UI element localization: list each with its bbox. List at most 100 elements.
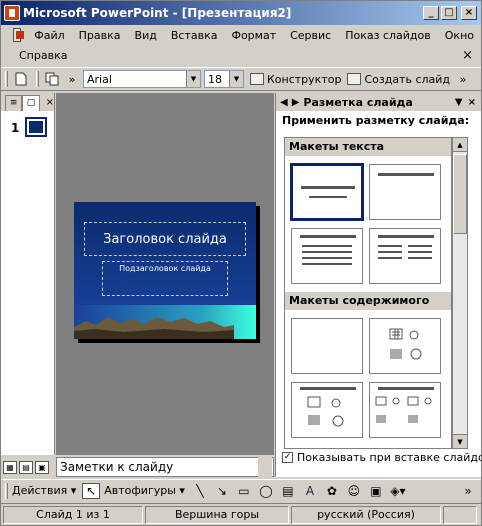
- font-size-combo[interactable]: 18 ▼: [204, 70, 244, 88]
- view-buttons: ▦ ▤ ▣: [3, 461, 51, 474]
- formatting-toolbar: » Arial ▼ 18 ▼ Конструктор Создать слайд…: [1, 67, 481, 91]
- toolbar-grip[interactable]: [5, 71, 8, 87]
- layout-title-and-two-content[interactable]: [369, 382, 441, 438]
- section-text-layouts: Макеты текста: [285, 138, 451, 156]
- scroll-up-icon[interactable]: ▲: [453, 138, 467, 152]
- menu-tools[interactable]: Сервис: [283, 29, 338, 42]
- apply-layout-label: Применить разметку слайда:: [282, 114, 470, 127]
- layout-two-columns[interactable]: [369, 228, 441, 284]
- menu-slideshow[interactable]: Показ слайдов: [338, 29, 438, 42]
- menu-view[interactable]: Вид: [128, 29, 164, 42]
- menu-window[interactable]: Окно: [438, 29, 481, 42]
- layout-title-slide[interactable]: [290, 163, 364, 221]
- designer-button[interactable]: Конструктор: [250, 73, 341, 86]
- font-name-combo[interactable]: Arial ▼: [83, 70, 201, 88]
- diagram-icon[interactable]: ✿: [323, 483, 341, 499]
- notes-pane[interactable]: Заметки к слайду: [56, 457, 274, 477]
- content-placeholder-icon: [375, 396, 432, 423]
- toolbar-separator: [36, 71, 39, 87]
- slide-thumbnail[interactable]: [25, 117, 47, 137]
- select-pointer-icon[interactable]: ↖: [82, 482, 101, 499]
- content-placeholder-icon: [389, 328, 422, 360]
- title-placeholder[interactable]: Заголовок слайда: [84, 222, 246, 256]
- toolbar-more-icon[interactable]: »: [454, 70, 472, 88]
- outline-tab[interactable]: ≡: [5, 95, 23, 111]
- new-slide-button[interactable]: Создать слайд: [347, 73, 450, 86]
- menu-file[interactable]: Файл: [27, 29, 71, 42]
- scroll-thumb[interactable]: [453, 154, 467, 234]
- scroll-down-icon[interactable]: ▼: [453, 434, 467, 448]
- layout-gallery-scrollbar[interactable]: ▲ ▼: [452, 137, 468, 449]
- close-icon[interactable]: ×: [46, 95, 54, 111]
- powerpoint-window: Microsoft PowerPoint - [Презентация2] _ …: [0, 0, 482, 526]
- actions-button[interactable]: Действия ▾: [12, 484, 76, 497]
- layout-title-only[interactable]: [369, 164, 441, 220]
- close-button[interactable]: ×: [461, 6, 477, 20]
- layout-content[interactable]: [369, 318, 441, 374]
- notes-scrollbar[interactable]: [258, 457, 272, 477]
- sorter-view-icon[interactable]: ▤: [19, 461, 33, 474]
- line-icon[interactable]: ╲: [191, 483, 209, 499]
- task-pane-header: ◀ ▶ Разметка слайда ▼ ×: [276, 93, 481, 111]
- subtitle-placeholder[interactable]: Подзаголовок слайда: [102, 261, 228, 296]
- status-slide-count: Слайд 1 из 1: [3, 505, 143, 524]
- slide-editing-area[interactable]: Заголовок слайда Подзаголовок слайда: [56, 93, 274, 455]
- show-on-insert-checkbox[interactable]: ✓: [282, 452, 293, 463]
- textbox-icon[interactable]: ▤: [279, 483, 297, 499]
- powerpoint-app-icon[interactable]: [4, 5, 20, 21]
- status-bar: Слайд 1 из 1 Вершина горы русский (Росси…: [1, 503, 481, 525]
- toolbar-more-icon[interactable]: »: [459, 483, 477, 499]
- oval-icon[interactable]: ◯: [257, 483, 275, 499]
- back-arrow-icon[interactable]: ◀: [280, 97, 288, 108]
- document-icon[interactable]: [13, 28, 25, 42]
- arrow-icon[interactable]: ↘: [213, 483, 231, 499]
- chevron-down-icon[interactable]: ▼: [186, 71, 200, 87]
- minimize-button[interactable]: _: [423, 6, 439, 20]
- slides-pane: ≡ ▢ × 1: [1, 93, 55, 455]
- layout-title-and-content[interactable]: [291, 382, 363, 438]
- normal-view-icon[interactable]: ▦: [3, 461, 17, 474]
- window-title: Microsoft PowerPoint - [Презентация2]: [23, 6, 292, 20]
- menu-format[interactable]: Формат: [224, 29, 283, 42]
- designer-icon: [250, 73, 264, 85]
- slide-canvas[interactable]: Заголовок слайда Подзаголовок слайда: [74, 202, 256, 339]
- document-close-button[interactable]: ×: [462, 48, 473, 63]
- slide-number: 1: [11, 121, 20, 135]
- picture-icon[interactable]: ▣: [367, 483, 385, 499]
- layout-gallery: Макеты текста Макеты содержимого: [284, 137, 452, 449]
- layout-title-and-text[interactable]: [291, 228, 363, 284]
- status-language: русский (Россия): [291, 505, 441, 524]
- wordart-icon[interactable]: A: [301, 483, 319, 499]
- fill-color-icon[interactable]: ◈▾: [389, 483, 407, 499]
- close-icon[interactable]: ×: [468, 97, 476, 108]
- mountain-image: [74, 305, 256, 339]
- title-bar: Microsoft PowerPoint - [Презентация2] _ …: [1, 1, 481, 25]
- forward-arrow-icon[interactable]: ▶: [292, 97, 300, 108]
- menu-insert[interactable]: Вставка: [164, 29, 225, 42]
- status-resize-grip[interactable]: [443, 505, 477, 524]
- new-slide-icon: [347, 73, 362, 85]
- chevron-down-icon[interactable]: ▼: [455, 97, 463, 108]
- toolbar-grip[interactable]: [5, 482, 8, 499]
- content-placeholder-icon: [307, 396, 344, 427]
- rectangle-icon[interactable]: ▭: [235, 483, 253, 499]
- menu-help[interactable]: Справка: [1, 49, 74, 62]
- slides-tab[interactable]: ▢: [22, 95, 40, 111]
- copy-icon[interactable]: [43, 70, 61, 88]
- task-pane-title[interactable]: Разметка слайда: [303, 96, 455, 109]
- status-design-name: Вершина горы: [145, 505, 289, 524]
- restore-button[interactable]: □: [441, 6, 457, 20]
- layout-blank[interactable]: [291, 318, 363, 374]
- task-pane: ◀ ▶ Разметка слайда ▼ × Применить размет…: [275, 93, 481, 477]
- autoshapes-button[interactable]: Автофигуры ▾: [104, 484, 185, 497]
- clipart-icon[interactable]: ☺: [345, 483, 363, 499]
- section-content-layouts: Макеты содержимого: [285, 292, 451, 310]
- chevron-down-icon[interactable]: ▼: [229, 71, 243, 87]
- slideshow-view-icon[interactable]: ▣: [35, 461, 49, 474]
- new-document-icon[interactable]: [12, 70, 30, 88]
- show-on-insert-option[interactable]: ✓ Показывать при вставке слайдов: [282, 451, 481, 464]
- toolbar-more-icon[interactable]: »: [63, 70, 81, 88]
- drawing-toolbar: Действия ▾ ↖ Автофигуры ▾ ╲ ↘ ▭ ◯ ▤ A ✿ …: [1, 479, 481, 501]
- menu-bar: Файл Правка Вид Вставка Формат Сервис По…: [1, 25, 481, 65]
- menu-edit[interactable]: Правка: [72, 29, 128, 42]
